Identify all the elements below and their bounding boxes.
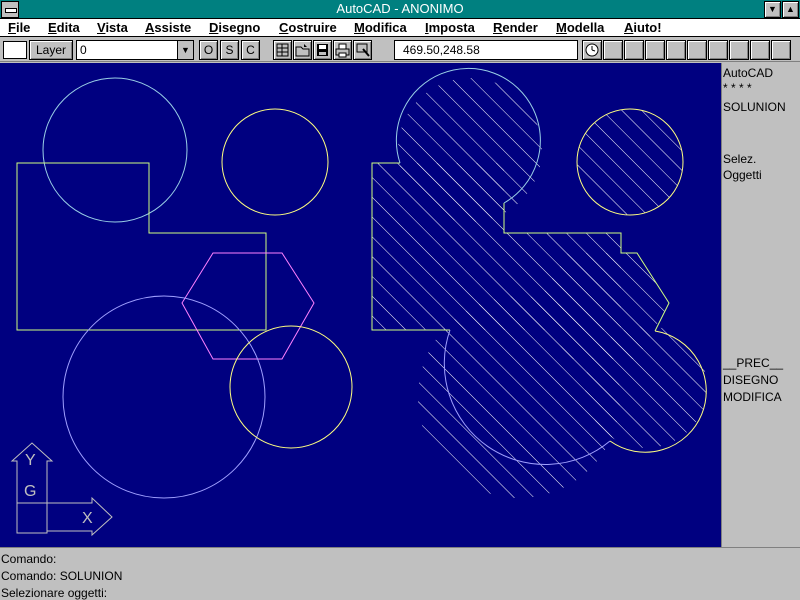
menu-assiste[interactable]: Assiste bbox=[145, 20, 191, 35]
grid-icon bbox=[276, 43, 289, 57]
ucs-g-label: G bbox=[24, 483, 36, 500]
side-menu-selez[interactable]: Selez. bbox=[723, 152, 756, 166]
toolbar: Layer 0 ▼ O S C 469.50,248.58 bbox=[0, 37, 800, 62]
tool-button-6[interactable] bbox=[708, 40, 728, 60]
tool-button-2[interactable] bbox=[624, 40, 644, 60]
drawing-canvas[interactable]: Y G X bbox=[0, 63, 721, 547]
coords-toggle-button[interactable]: C bbox=[241, 40, 260, 60]
open-folder-icon bbox=[295, 44, 310, 57]
menu-modifica[interactable]: Modifica bbox=[354, 20, 407, 35]
ortho-toggle-button[interactable]: O bbox=[199, 40, 218, 60]
command-history-line: Comando: bbox=[1, 552, 57, 566]
print-button[interactable] bbox=[333, 40, 352, 60]
menu-vista[interactable]: Vista bbox=[97, 20, 128, 35]
layer-value: 0 bbox=[80, 43, 87, 57]
tool-button-3[interactable] bbox=[645, 40, 665, 60]
clock-icon bbox=[585, 43, 599, 57]
coordinates-display: 469.50,248.58 bbox=[394, 40, 578, 60]
circle-top-middle[interactable] bbox=[221, 108, 329, 216]
new-drawing-button[interactable] bbox=[273, 40, 292, 60]
hatched-circle-top-right[interactable] bbox=[576, 108, 684, 216]
side-menu-modifica[interactable]: MODIFICA bbox=[723, 390, 782, 404]
menu-modella[interactable]: Modella bbox=[556, 20, 604, 35]
screen-side-menu: AutoCAD * * * * SOLUNION Selez. Oggetti … bbox=[721, 63, 800, 547]
aerial-view-button[interactable] bbox=[582, 40, 602, 60]
maximize-button[interactable]: ▲ bbox=[782, 1, 799, 18]
menu-edita[interactable]: Edita bbox=[48, 20, 80, 35]
side-menu-oggetti[interactable]: Oggetti bbox=[723, 168, 762, 182]
tool-button-9[interactable] bbox=[771, 40, 791, 60]
title-bar: AutoCAD - ANONIMO ▼ ▲ bbox=[0, 0, 800, 19]
dropdown-arrow-icon[interactable]: ▼ bbox=[177, 41, 193, 59]
open-button[interactable] bbox=[293, 40, 312, 60]
save-button[interactable] bbox=[313, 40, 332, 60]
circle-bottom-left[interactable] bbox=[62, 295, 266, 499]
snap-toggle-button[interactable]: S bbox=[220, 40, 239, 60]
side-menu-prec[interactable]: __PREC__ bbox=[723, 356, 783, 370]
side-menu-solunion[interactable]: SOLUNION bbox=[723, 100, 786, 114]
minimize-button[interactable]: ▼ bbox=[764, 1, 781, 18]
printer-icon bbox=[335, 43, 350, 58]
command-line-area[interactable]: Comando: Comando: SOLUNION Selezionare o… bbox=[0, 547, 800, 600]
menu-file[interactable]: File bbox=[8, 20, 30, 35]
zoom-window-button[interactable] bbox=[353, 40, 372, 60]
current-color-swatch[interactable] bbox=[3, 41, 27, 59]
save-disk-icon bbox=[317, 44, 328, 56]
tool-button-8[interactable] bbox=[750, 40, 770, 60]
ucs-x-label: X bbox=[82, 510, 93, 527]
menu-costruire[interactable]: Costruire bbox=[279, 20, 337, 35]
tool-button-5[interactable] bbox=[687, 40, 707, 60]
ucs-y-label: Y bbox=[25, 452, 36, 469]
menu-render[interactable]: Render bbox=[493, 20, 538, 35]
side-menu-stars[interactable]: * * * * bbox=[723, 81, 752, 95]
layer-dropdown[interactable]: 0 ▼ bbox=[76, 40, 194, 60]
tool-button-7[interactable] bbox=[729, 40, 749, 60]
menu-aiuto[interactable]: Aiuto! bbox=[624, 20, 662, 35]
menu-imposta[interactable]: Imposta bbox=[425, 20, 475, 35]
zoom-window-icon bbox=[356, 43, 370, 57]
menu-bar: File Edita Vista Assiste Disegno Costrui… bbox=[0, 19, 800, 37]
side-menu-autocad[interactable]: AutoCAD bbox=[723, 66, 773, 80]
drawing-svg[interactable]: Y G X bbox=[0, 63, 721, 547]
command-prompt[interactable]: Selezionare oggetti: bbox=[1, 585, 107, 600]
circle-bottom-middle[interactable] bbox=[229, 325, 353, 449]
layer-button[interactable]: Layer bbox=[29, 40, 73, 60]
tool-button-4[interactable] bbox=[666, 40, 686, 60]
side-menu-disegno[interactable]: DISEGNO bbox=[723, 373, 778, 387]
menu-disegno[interactable]: Disegno bbox=[209, 20, 260, 35]
command-history-line: Comando: SOLUNION bbox=[1, 569, 123, 583]
tool-button-1[interactable] bbox=[603, 40, 623, 60]
circle-top-left[interactable] bbox=[42, 77, 188, 223]
window-title: AutoCAD - ANONIMO bbox=[336, 1, 464, 16]
